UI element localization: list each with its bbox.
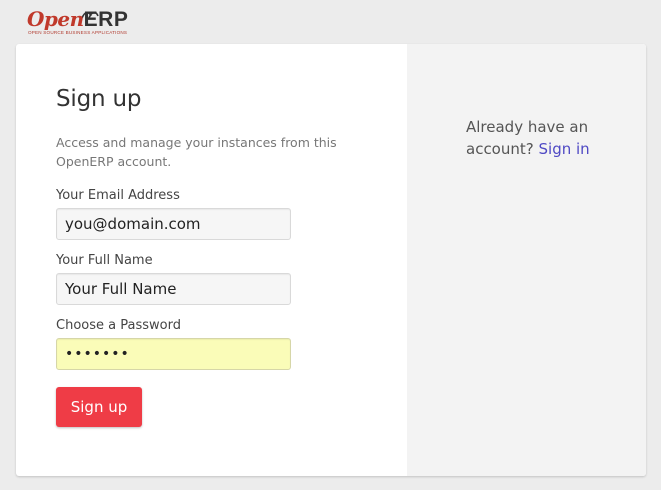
logo-erp-text: ERP bbox=[83, 8, 129, 31]
signin-panel: Already have an account? Sign in bbox=[407, 44, 646, 476]
password-label: Choose a Password bbox=[56, 318, 181, 333]
signin-prompt: Already have an account? Sign in bbox=[466, 116, 626, 160]
signup-description: Access and manage your instances from th… bbox=[56, 135, 337, 169]
full-name-field[interactable] bbox=[56, 273, 291, 305]
signin-link[interactable]: Sign in bbox=[539, 140, 590, 158]
logo-wordmark: OpenERP bbox=[27, 8, 128, 32]
logo-open-text: Open bbox=[27, 7, 84, 31]
email-label: Your Email Address bbox=[56, 188, 180, 203]
openerp-logo: OpenERP OPEN SOURCE BUSINESS APPLICATION… bbox=[27, 8, 147, 38]
password-field[interactable] bbox=[56, 338, 291, 370]
signup-card: Sign up Access and manage your instances… bbox=[16, 44, 646, 476]
logo-tagline: OPEN SOURCE BUSINESS APPLICATIONS bbox=[28, 30, 128, 35]
email-field[interactable] bbox=[56, 208, 291, 240]
signup-button[interactable]: Sign up bbox=[56, 387, 142, 427]
full-name-label: Your Full Name bbox=[56, 253, 153, 268]
page-title: Sign up bbox=[56, 86, 142, 112]
